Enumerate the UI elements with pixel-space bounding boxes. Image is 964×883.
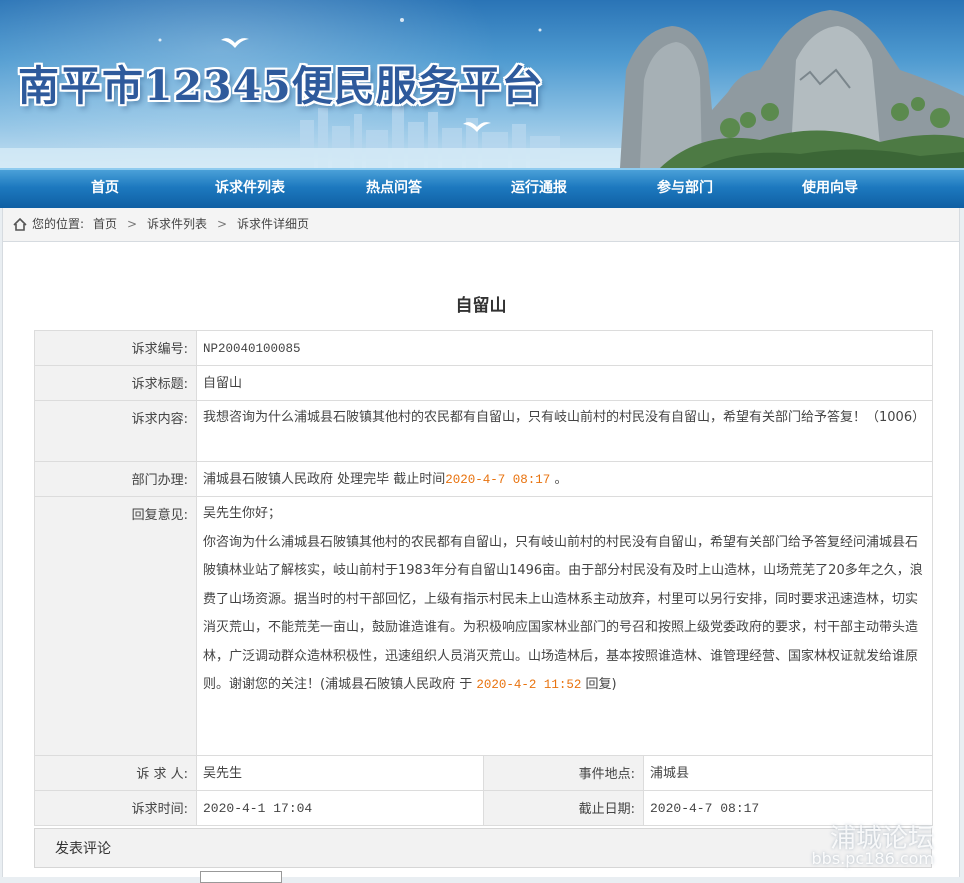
table-row: 诉求时间: 2020-4-1 17:04 截止日期: 2020-4-7 08:1… bbox=[34, 790, 933, 826]
requester-value: 吴先生 bbox=[196, 755, 484, 791]
department-status: 浦城县石陂镇人民政府 处理完毕 截止时间 bbox=[203, 472, 446, 487]
location-value: 浦城县 bbox=[643, 755, 933, 791]
request-detail-table: 诉求编号: NP20040100085 诉求标题: 自留山 诉求内容: 我想咨询… bbox=[34, 330, 933, 826]
bird-icon bbox=[463, 122, 491, 132]
table-row: 诉求标题: 自留山 bbox=[34, 365, 933, 401]
nav-item-report[interactable]: 运行通报 bbox=[474, 170, 604, 208]
nav-item-guide[interactable]: 使用向导 bbox=[765, 170, 895, 208]
reply-text: 你咨询为什么浦城县石陂镇其他村的农民都有自留山，只有岐山前村的村民没有自留山，希… bbox=[203, 534, 923, 693]
table-row: 诉 求 人: 吴先生 事件地点: 浦城县 bbox=[34, 755, 933, 791]
department-tail: 。 bbox=[554, 472, 568, 487]
department-label: 部门办理: bbox=[34, 461, 197, 497]
table-row: 回复意见: 吴先生你好； 你咨询为什么浦城县石陂镇其他村的农民都有自留山，只有岐… bbox=[34, 496, 933, 756]
department-deadline: 2020-4-7 08:17 bbox=[445, 473, 551, 487]
site-banner: 南平市12345便民服务平台 bbox=[0, 0, 964, 168]
table-row: 部门办理: 浦城县石陂镇人民政府 处理完毕 截止时间2020-4-7 08:17… bbox=[34, 461, 933, 497]
request-content-label: 诉求内容: bbox=[34, 400, 197, 462]
request-time-label: 诉求时间: bbox=[34, 790, 197, 826]
request-content-value: 我想咨询为什么浦城县石陂镇其他村的农民都有自留山，只有岐山前村的村民没有自留山，… bbox=[196, 400, 933, 462]
site-title: 南平市12345便民服务平台 bbox=[18, 62, 544, 110]
home-icon bbox=[13, 218, 27, 231]
nav-item-home[interactable]: 首页 bbox=[40, 170, 170, 208]
table-row: 诉求内容: 我想咨询为什么浦城县石陂镇其他村的农民都有自留山，只有岐山前村的村民… bbox=[34, 400, 933, 462]
reply-time: 2020-4-2 11:52 bbox=[476, 678, 582, 692]
breadcrumb: 您的位置: 首页 > 诉求件列表 > 诉求件详细页 bbox=[2, 208, 960, 242]
location-label: 事件地点: bbox=[483, 755, 644, 791]
request-subject-value: 自留山 bbox=[196, 365, 933, 401]
page-title: 自留山 bbox=[455, 296, 507, 316]
request-number: NP20040100085 bbox=[203, 342, 301, 356]
comment-input[interactable] bbox=[200, 871, 282, 883]
request-subject-label: 诉求标题: bbox=[34, 365, 197, 401]
reply-greeting: 吴先生你好； bbox=[203, 506, 282, 521]
nav-item-request-list[interactable]: 诉求件列表 bbox=[185, 170, 315, 208]
comment-section-header: 发表评论 bbox=[34, 828, 932, 868]
nav-item-departments[interactable]: 参与部门 bbox=[620, 170, 750, 208]
department-value: 浦城县石陂镇人民政府 处理完毕 截止时间2020-4-7 08:17 。 bbox=[196, 461, 933, 497]
reply-value: 吴先生你好； 你咨询为什么浦城县石陂镇其他村的农民都有自留山，只有岐山前村的村民… bbox=[196, 496, 933, 756]
reply-body: 你咨询为什么浦城县石陂镇其他村的农民都有自留山，只有岐山前村的村民没有自留山，希… bbox=[203, 529, 926, 700]
breadcrumb-list-link[interactable]: 诉求件列表 bbox=[147, 208, 207, 241]
watermark-url: bbs.pc186.com bbox=[811, 849, 934, 868]
request-number-label: 诉求编号: bbox=[34, 330, 197, 366]
requester-label: 诉 求 人: bbox=[34, 755, 197, 791]
deadline-label: 截止日期: bbox=[483, 790, 644, 826]
request-time-value: 2020-4-1 17:04 bbox=[196, 790, 484, 826]
main-nav: 首页 诉求件列表 热点问答 运行通报 参与部门 使用向导 bbox=[0, 168, 964, 208]
chevron-right-icon: > bbox=[127, 217, 138, 231]
breadcrumb-label: 您的位置: bbox=[32, 217, 85, 231]
chevron-right-icon: > bbox=[217, 217, 228, 231]
nav-item-hot-qa[interactable]: 热点问答 bbox=[329, 170, 459, 208]
reply-label: 回复意见: bbox=[34, 496, 197, 756]
bird-icon bbox=[221, 38, 249, 48]
breadcrumb-current: 诉求件详细页 bbox=[237, 217, 310, 231]
main-content: 自留山 诉求编号: NP20040100085 诉求标题: 自留山 诉求内容: … bbox=[2, 242, 960, 877]
request-number-value: NP20040100085 bbox=[196, 330, 933, 366]
table-row: 诉求编号: NP20040100085 bbox=[34, 330, 933, 366]
reply-tail: 回复) bbox=[581, 677, 617, 692]
breadcrumb-home-link[interactable]: 首页 bbox=[93, 208, 117, 241]
